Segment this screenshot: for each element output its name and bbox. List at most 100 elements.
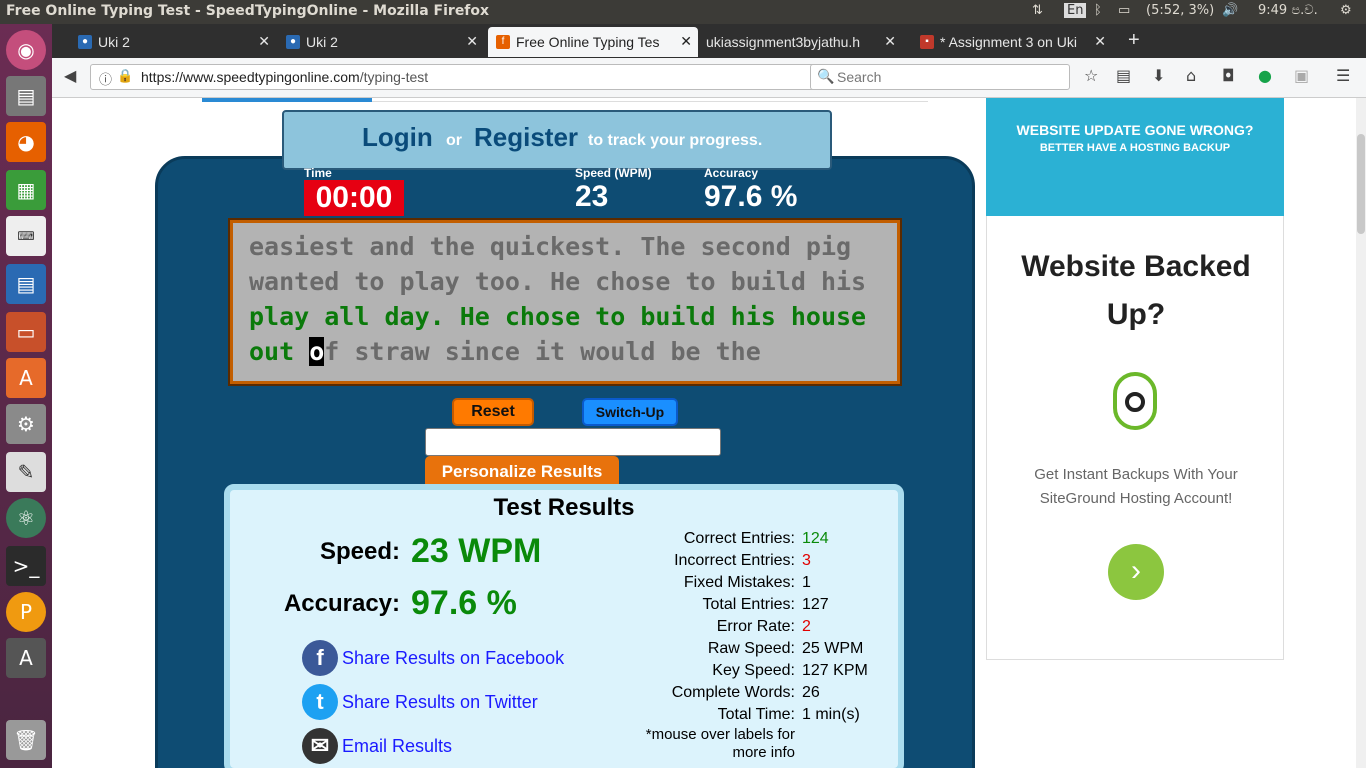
result-stat-label[interactable]: Correct Entries: <box>590 530 795 548</box>
result-stat-row: Key Speed: 127 KPM <box>590 662 920 684</box>
back-arrow-icon[interactable]: ◀ <box>64 66 76 85</box>
typing-text-area[interactable]: easiest and the quickest. The second pig… <box>228 218 902 386</box>
result-stat-label[interactable]: Incorrect Entries: <box>590 552 795 570</box>
impress-icon[interactable]: ▭ <box>6 312 46 352</box>
close-icon[interactable]: ✕ <box>884 33 896 50</box>
result-stat-row: Incorrect Entries: 3 <box>590 552 920 574</box>
note-line: *mouse over labels for <box>645 726 795 743</box>
tab-label: Uki 2 <box>306 34 338 50</box>
result-stat-label[interactable]: Error Rate: <box>590 618 795 636</box>
ad-banner[interactable]: WEBSITE UPDATE GONE WRONG? BETTER HAVE A… <box>986 98 1284 216</box>
settings-icon[interactable]: ⚙ <box>6 404 46 444</box>
accuracy-value: 97.6 % <box>704 180 798 213</box>
ad-arrow-button[interactable]: › <box>1108 544 1164 600</box>
email-results-text[interactable]: Email Results <box>342 736 452 757</box>
download-icon[interactable]: ⬇ <box>1152 66 1165 85</box>
scrollbar-thumb[interactable] <box>1357 134 1365 234</box>
email-results-link[interactable]: ✉ Email Results <box>302 728 602 766</box>
result-stat-row: Total Entries: 127 <box>590 596 920 618</box>
firefox-icon[interactable]: ◕ <box>6 122 46 162</box>
spreadsheet-icon[interactable]: ▦ <box>6 170 46 210</box>
result-stat-label[interactable]: Fixed Mistakes: <box>590 574 795 592</box>
time-value: 00:00 <box>304 180 404 216</box>
ad-banner-line: BETTER HAVE A HOSTING BACKUP <box>1039 142 1231 154</box>
result-stat-label[interactable]: Total Entries: <box>590 596 795 614</box>
lock-icon: 🔒 <box>117 68 134 83</box>
home-icon[interactable]: ⌂ <box>1186 66 1196 85</box>
close-icon[interactable]: ✕ <box>680 33 692 50</box>
result-stat-value: 2 <box>802 618 811 635</box>
tab-assignment-3[interactable]: ▪ * Assignment 3 on Uki ✕ <box>912 27 1112 57</box>
url-bar[interactable]: ⓘ 🔒 https://www.speedtypingonline.com/ty… <box>90 64 854 90</box>
top-divider <box>202 98 928 102</box>
login-link[interactable]: Login <box>362 122 433 153</box>
window-title: Free Online Typing Test - SpeedTypingOnl… <box>6 3 490 19</box>
pocket-icon[interactable]: ◘ <box>1222 66 1235 85</box>
gear-icon[interactable]: ⚙ <box>1340 3 1352 18</box>
text-line-rest: f straw since it would be the <box>324 337 761 366</box>
battery-icon[interactable]: ▭ <box>1118 3 1130 18</box>
result-stat-label[interactable]: Key Speed: <box>590 662 795 680</box>
menu-icon[interactable]: ☰ <box>1336 66 1350 85</box>
pidgin-icon[interactable]: P <box>6 592 46 632</box>
grammarly-icon[interactable]: ● <box>1258 66 1272 85</box>
results-title: Test Results <box>493 494 635 521</box>
page-content: Login or Register to track your progress… <box>52 98 1366 768</box>
result-stat-label[interactable]: Raw Speed: <box>590 640 795 658</box>
typing-input[interactable] <box>425 428 721 456</box>
close-icon[interactable]: ✕ <box>466 33 478 50</box>
accuracy-result-value: 97.6 % <box>411 584 517 622</box>
writer-icon[interactable]: ▤ <box>6 264 46 304</box>
result-stat-value: 26 <box>802 684 820 701</box>
keyboard-app-icon[interactable]: ⌨ <box>6 216 46 256</box>
tab-ukiassignment[interactable]: ukiassignment3byjathu.h ✕ <box>702 27 902 57</box>
share-twitter-link[interactable]: t Share Results on Twitter <box>302 684 602 722</box>
ad-body[interactable]: Website Backed Up? Get Instant Backups W… <box>986 216 1284 660</box>
share-facebook-text[interactable]: Share Results on Facebook <box>342 648 564 669</box>
keyboard-language[interactable]: En <box>1064 3 1087 18</box>
share-facebook-link[interactable]: f Share Results on Facebook <box>302 640 602 678</box>
extension-icon[interactable]: ▣ <box>1294 66 1309 85</box>
trash-icon[interactable]: 🗑 <box>6 720 46 760</box>
reading-list-icon[interactable]: ▤ <box>1116 66 1131 85</box>
ubuntu-dash-icon[interactable]: ◉ <box>6 30 46 70</box>
result-stat-row: Error Rate: 2 <box>590 618 920 640</box>
result-stat-value: 1 min(s) <box>802 706 860 723</box>
accuracy-result-label[interactable]: Accuracy: <box>250 590 400 618</box>
volume-icon[interactable]: 🔊 <box>1222 3 1238 18</box>
battery-status[interactable]: (5:52, 3%) <box>1146 3 1214 18</box>
person-icon: ● <box>286 35 300 49</box>
speed-result-label[interactable]: Speed: <box>280 538 400 566</box>
tab-label: Free Online Typing Tes <box>516 34 660 50</box>
tab-typing-test[interactable]: f Free Online Typing Tes ✕ <box>488 27 698 57</box>
atom-icon[interactable]: ⚛ <box>6 498 46 538</box>
text-editor-icon[interactable]: ✎ <box>6 452 46 492</box>
result-stat-value: 3 <box>802 552 811 569</box>
search-input[interactable]: 🔍 Search <box>810 64 1070 90</box>
result-stat-row: Correct Entries: 124 <box>590 530 920 552</box>
files-icon[interactable]: ▤ <box>6 76 46 116</box>
info-icon[interactable]: ⓘ <box>99 69 112 88</box>
bluetooth-icon[interactable]: ᛒ <box>1094 3 1102 18</box>
bookmark-star-icon[interactable]: ☆ <box>1084 66 1098 85</box>
close-icon[interactable]: ✕ <box>1094 33 1106 50</box>
url-host: https://www.speedtypingonline.com <box>141 69 360 85</box>
scrollbar[interactable] <box>1356 98 1366 768</box>
close-icon[interactable]: ✕ <box>258 33 270 50</box>
result-stat-label[interactable]: Total Time: <box>590 706 795 724</box>
terminal-icon[interactable]: >_ <box>6 546 46 586</box>
software-center-icon[interactable]: A <box>6 358 46 398</box>
network-icon[interactable]: ⇅ <box>1032 3 1043 18</box>
register-link[interactable]: Register <box>474 122 578 153</box>
tab-uki-2-b[interactable]: ● Uki 2 ✕ <box>278 27 484 57</box>
share-twitter-text[interactable]: Share Results on Twitter <box>342 692 538 713</box>
switch-up-button[interactable]: Switch-Up <box>582 398 678 426</box>
clock[interactable]: 9:49 ප.ව. <box>1258 3 1318 18</box>
tab-uki-2-a[interactable]: ● Uki 2 ✕ <box>70 27 276 57</box>
result-stat-value: 25 WPM <box>802 640 864 657</box>
system-top-bar: Free Online Typing Test - SpeedTypingOnl… <box>0 0 1366 24</box>
updater-icon[interactable]: A <box>6 638 46 678</box>
reset-button[interactable]: Reset <box>452 398 534 426</box>
result-stat-label[interactable]: Complete Words: <box>590 684 795 702</box>
new-tab-button[interactable]: + <box>1122 27 1152 57</box>
